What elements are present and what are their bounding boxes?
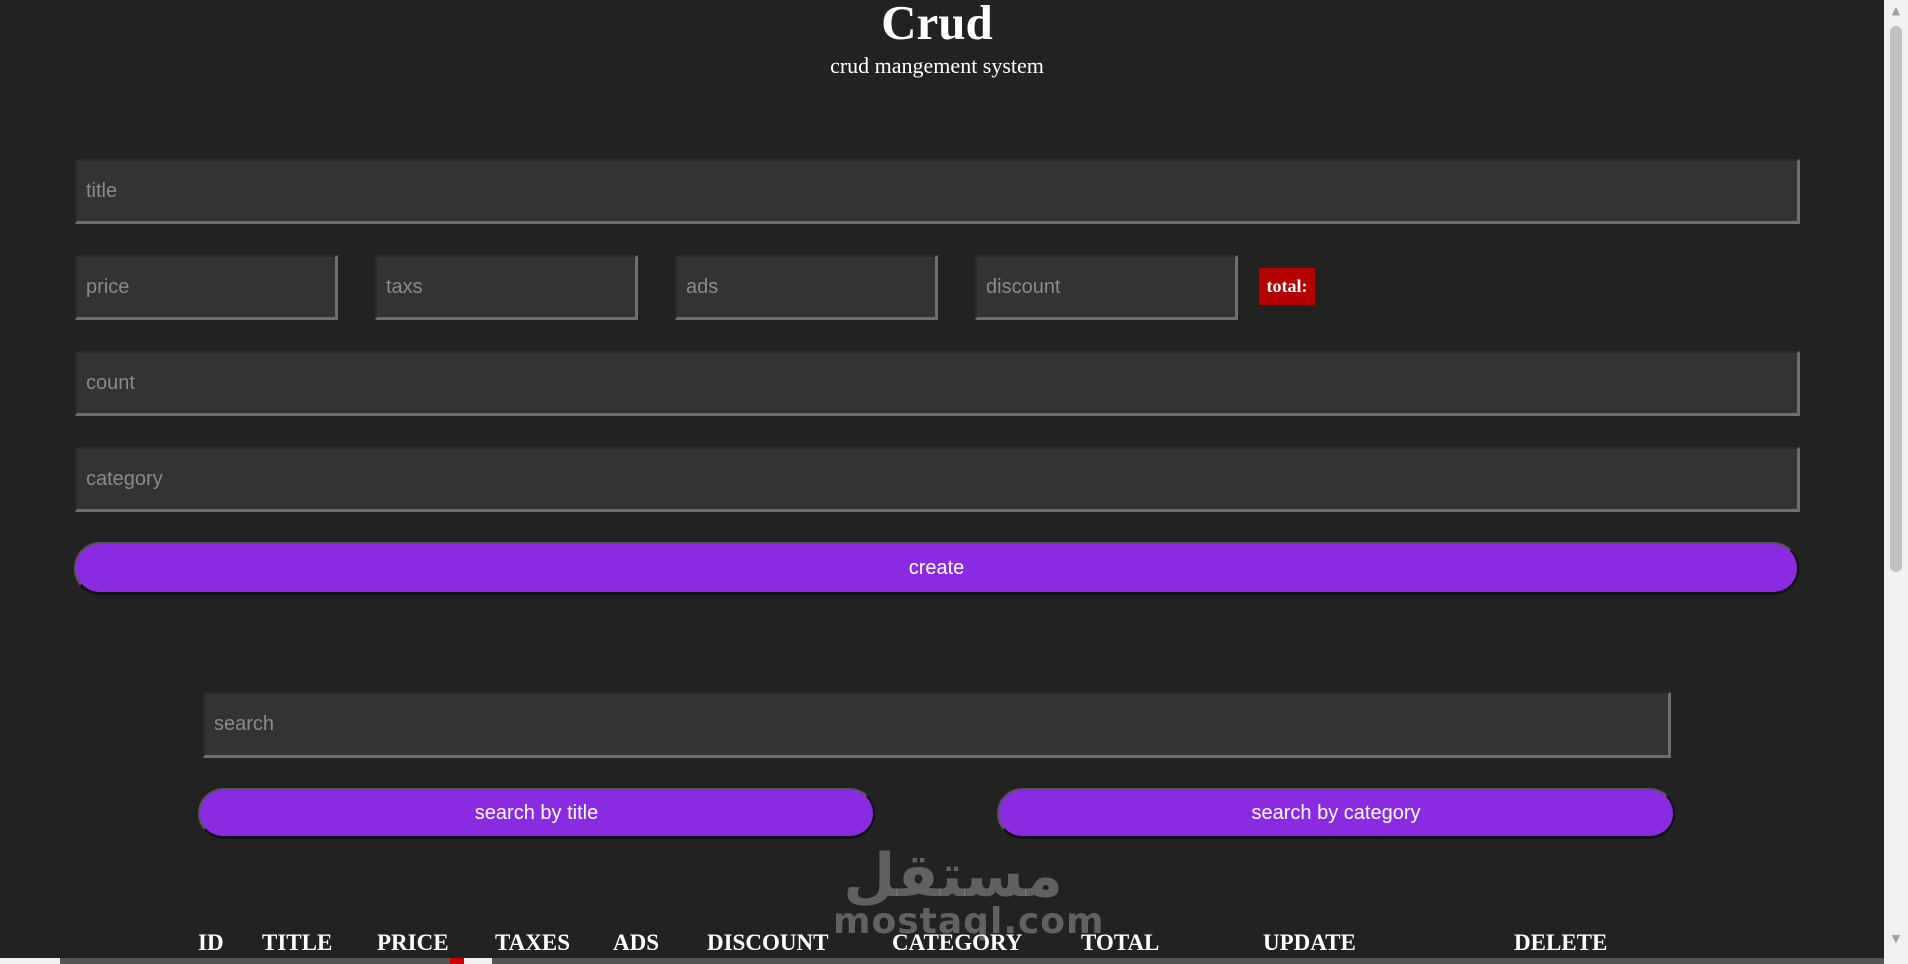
page-title: Crud	[881, 0, 993, 50]
column-header-update: UPDATE	[1263, 930, 1356, 955]
create-button[interactable]: create	[74, 542, 1799, 595]
page-header: Crud crud mangement system	[0, 0, 1874, 79]
search-input[interactable]	[203, 692, 1671, 758]
category-input[interactable]	[75, 447, 1800, 512]
scroll-thumb[interactable]	[1890, 26, 1902, 572]
search-by-category-button[interactable]: search by category	[997, 788, 1675, 839]
column-header-taxes: TAXES	[495, 930, 570, 955]
mostaql-watermark: مستقل mostaql.com	[833, 841, 1104, 940]
column-header-price: PRICE	[377, 930, 449, 955]
bottom-edge	[0, 958, 1884, 964]
column-header-id: ID	[198, 930, 224, 955]
column-header-category: CATEGORY	[892, 930, 1023, 955]
column-header-total: TOTAL	[1081, 930, 1160, 955]
crud-page: Crud crud mangement system total: create…	[0, 0, 1884, 964]
count-input[interactable]	[75, 351, 1800, 416]
title-input[interactable]	[75, 159, 1800, 224]
taxs-input[interactable]	[375, 255, 638, 320]
scroll-up-arrow-icon[interactable]: ▲	[1884, 2, 1908, 20]
column-header-delete: DELETE	[1514, 930, 1608, 955]
watermark-arabic: مستقل	[843, 841, 1063, 911]
ads-input[interactable]	[675, 255, 938, 320]
page-subtitle: crud mangement system	[830, 53, 1044, 78]
discount-input[interactable]	[975, 255, 1238, 320]
total-badge: total:	[1259, 268, 1315, 305]
vertical-scrollbar[interactable]: ▲ ▼	[1884, 0, 1908, 964]
column-header-title: TITLE	[262, 930, 333, 955]
column-header-discount: DISCOUNT	[707, 930, 829, 955]
search-by-title-button[interactable]: search by title	[198, 788, 875, 839]
scroll-down-arrow-icon[interactable]: ▼	[1884, 930, 1908, 948]
column-header-ads: ADS	[613, 930, 660, 955]
price-input[interactable]	[75, 255, 338, 320]
